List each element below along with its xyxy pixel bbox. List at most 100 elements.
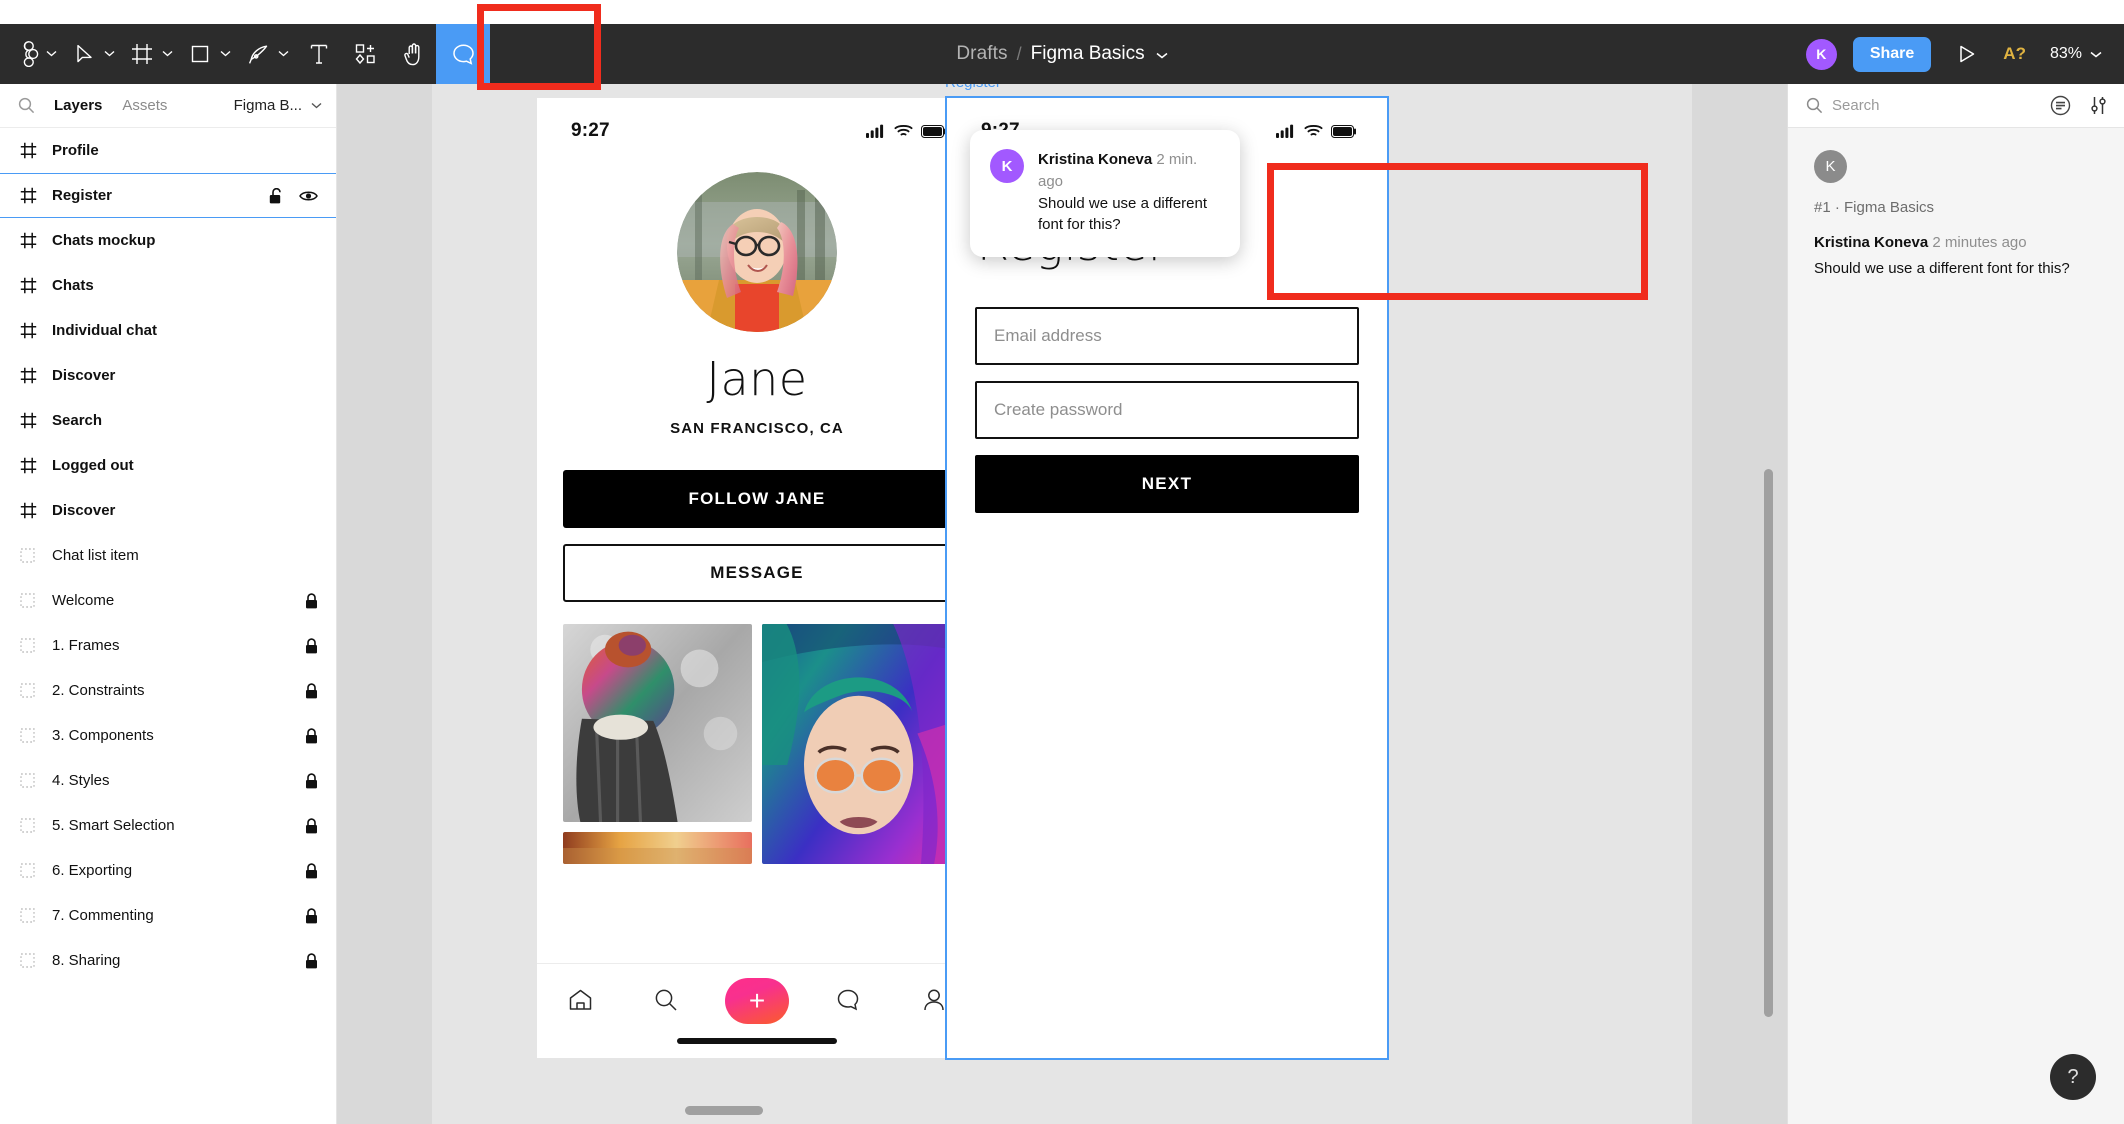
breadcrumb-chevron-down-icon[interactable] bbox=[1156, 47, 1168, 62]
tab-layers[interactable]: Layers bbox=[44, 97, 112, 114]
sort-list-icon[interactable] bbox=[2050, 95, 2071, 116]
layer-row-5-smart-selection[interactable]: 5. Smart Selection bbox=[0, 803, 336, 848]
right-panel-header: Search bbox=[1788, 84, 2124, 128]
layer-row-3-components[interactable]: 3. Components bbox=[0, 713, 336, 758]
group-icon bbox=[20, 548, 52, 563]
frame-icon[interactable] bbox=[122, 24, 162, 84]
search-icon[interactable] bbox=[1806, 97, 1832, 114]
comment-popup[interactable]: K Kristina Koneva 2 min. ago Should we u… bbox=[970, 130, 1240, 257]
profile-location: SAN FRANCISCO, CA bbox=[670, 420, 844, 437]
password-field[interactable]: Create password bbox=[975, 381, 1359, 439]
figma-menu-caret-icon[interactable] bbox=[46, 24, 64, 84]
pen-icon[interactable] bbox=[238, 24, 278, 84]
group-icon bbox=[20, 863, 52, 878]
layer-row-7-commenting[interactable]: 7. Commenting bbox=[0, 893, 336, 938]
layer-row-profile[interactable]: Profile bbox=[0, 128, 336, 173]
profile-frame[interactable]: 9:27 Jane SAN FRANCISCO, CA FOLLOW JANE … bbox=[537, 98, 977, 1058]
figma-menu-icon[interactable] bbox=[0, 24, 46, 84]
text-icon[interactable] bbox=[296, 24, 342, 84]
lock-icon[interactable] bbox=[305, 817, 318, 834]
thread-meta: #1 · Figma Basics bbox=[1814, 199, 1935, 216]
frame-label-profile[interactable]: Profile bbox=[535, 84, 578, 91]
zoom-control[interactable]: 83% bbox=[2040, 24, 2110, 84]
layer-row-discover[interactable]: Discover bbox=[0, 353, 336, 398]
lock-icon[interactable] bbox=[305, 772, 318, 789]
layer-row-2-constraints[interactable]: 2. Constraints bbox=[0, 668, 336, 713]
unlock-icon[interactable] bbox=[269, 187, 283, 204]
right-panel: Search K #1 · Figma Basics Kristina Kone… bbox=[1787, 84, 2124, 1124]
layer-row-8-sharing[interactable]: 8. Sharing bbox=[0, 938, 336, 983]
follow-button[interactable]: FOLLOW JANE bbox=[563, 470, 951, 528]
canvas-horizontal-scrollbar[interactable] bbox=[685, 1106, 763, 1115]
layer-row-welcome[interactable]: Welcome bbox=[0, 578, 336, 623]
group-icon bbox=[20, 773, 52, 788]
eye-visible-icon[interactable] bbox=[299, 189, 318, 203]
layer-row-logged-out[interactable]: Logged out bbox=[0, 443, 336, 488]
layer-row-4-styles[interactable]: 4. Styles bbox=[0, 758, 336, 803]
layer-row-chats-mockup[interactable]: Chats mockup bbox=[0, 218, 336, 263]
lock-icon[interactable] bbox=[305, 907, 318, 924]
layer-row-individual-chat[interactable]: Individual chat bbox=[0, 308, 336, 353]
layer-label: Chats bbox=[52, 277, 94, 294]
layer-row-search[interactable]: Search bbox=[0, 398, 336, 443]
lock-icon[interactable] bbox=[305, 862, 318, 879]
lock-icon[interactable] bbox=[305, 682, 318, 699]
pen-caret-icon[interactable] bbox=[278, 24, 296, 84]
help-button[interactable]: ? bbox=[2050, 1054, 2096, 1100]
avatar: K bbox=[1814, 150, 1847, 183]
page-selector[interactable]: Figma B... bbox=[234, 97, 322, 114]
lock-icon[interactable] bbox=[305, 952, 318, 969]
breadcrumb-parent[interactable]: Drafts bbox=[956, 43, 1007, 65]
layer-row-chat-list-item[interactable]: Chat list item bbox=[0, 533, 336, 578]
chat-icon[interactable] bbox=[821, 978, 875, 1022]
layer-row-chats[interactable]: Chats bbox=[0, 263, 336, 308]
share-button[interactable]: Share bbox=[1852, 36, 1932, 72]
layer-row-actions bbox=[305, 952, 318, 969]
search-icon[interactable] bbox=[639, 978, 693, 1022]
shape-rectangle-icon[interactable] bbox=[180, 24, 220, 84]
comment-icon[interactable] bbox=[436, 24, 490, 84]
canvas-vertical-scrollbar[interactable] bbox=[1764, 469, 1773, 1017]
hand-icon[interactable] bbox=[390, 24, 436, 84]
next-button[interactable]: NEXT bbox=[975, 455, 1359, 513]
canvas-gutter-left bbox=[337, 84, 432, 1124]
comment-avatar: K bbox=[990, 149, 1024, 183]
layer-label: Search bbox=[52, 412, 103, 429]
comment-body: Kristina Koneva 2 min. ago Should we use… bbox=[1038, 149, 1218, 236]
layer-row-discover[interactable]: Discover bbox=[0, 488, 336, 533]
frame-label-register[interactable]: Register bbox=[945, 84, 1001, 91]
dev-mode-button[interactable]: A? bbox=[1989, 24, 2040, 84]
layer-row-1-frames[interactable]: 1. Frames bbox=[0, 623, 336, 668]
tab-assets[interactable]: Assets bbox=[112, 97, 177, 114]
lock-icon[interactable] bbox=[305, 637, 318, 654]
lock-icon[interactable] bbox=[305, 592, 318, 609]
photo-sunset[interactable] bbox=[563, 832, 752, 864]
profile-photo-grid bbox=[563, 624, 951, 864]
filter-sliders-icon[interactable] bbox=[2089, 95, 2108, 116]
top-toolbar: Drafts / Figma Basics K Share A? 83% bbox=[0, 24, 2124, 84]
group-icon bbox=[20, 953, 52, 968]
shape-caret-icon[interactable] bbox=[220, 24, 238, 84]
components-icon[interactable] bbox=[342, 24, 390, 84]
breadcrumb-current[interactable]: Figma Basics bbox=[1031, 43, 1145, 65]
comment-thread-item[interactable]: K #1 · Figma Basics Kristina Koneva 2 mi… bbox=[1788, 128, 2124, 280]
move-cursor-caret-icon[interactable] bbox=[104, 24, 122, 84]
comment-author: Kristina Koneva bbox=[1038, 151, 1153, 168]
search-icon[interactable] bbox=[18, 97, 44, 114]
photo-bun-hair[interactable] bbox=[563, 624, 752, 822]
email-field[interactable]: Email address bbox=[975, 307, 1359, 365]
add-post-button[interactable]: + bbox=[725, 978, 789, 1024]
move-cursor-icon[interactable] bbox=[64, 24, 104, 84]
home-icon[interactable] bbox=[553, 978, 607, 1022]
layer-row-6-exporting[interactable]: 6. Exporting bbox=[0, 848, 336, 893]
avatar[interactable]: K bbox=[1805, 38, 1837, 70]
present-play-icon[interactable] bbox=[1945, 24, 1989, 84]
frame-caret-icon[interactable] bbox=[162, 24, 180, 84]
photo-blue-purple-hair[interactable] bbox=[762, 624, 951, 864]
wifi-icon bbox=[1304, 125, 1323, 136]
message-button[interactable]: MESSAGE bbox=[563, 544, 951, 602]
search-input[interactable]: Search bbox=[1832, 97, 1880, 114]
canvas[interactable]: Profile 9:27 bbox=[337, 84, 1787, 1124]
lock-icon[interactable] bbox=[305, 727, 318, 744]
layer-row-register[interactable]: Register bbox=[0, 173, 336, 218]
